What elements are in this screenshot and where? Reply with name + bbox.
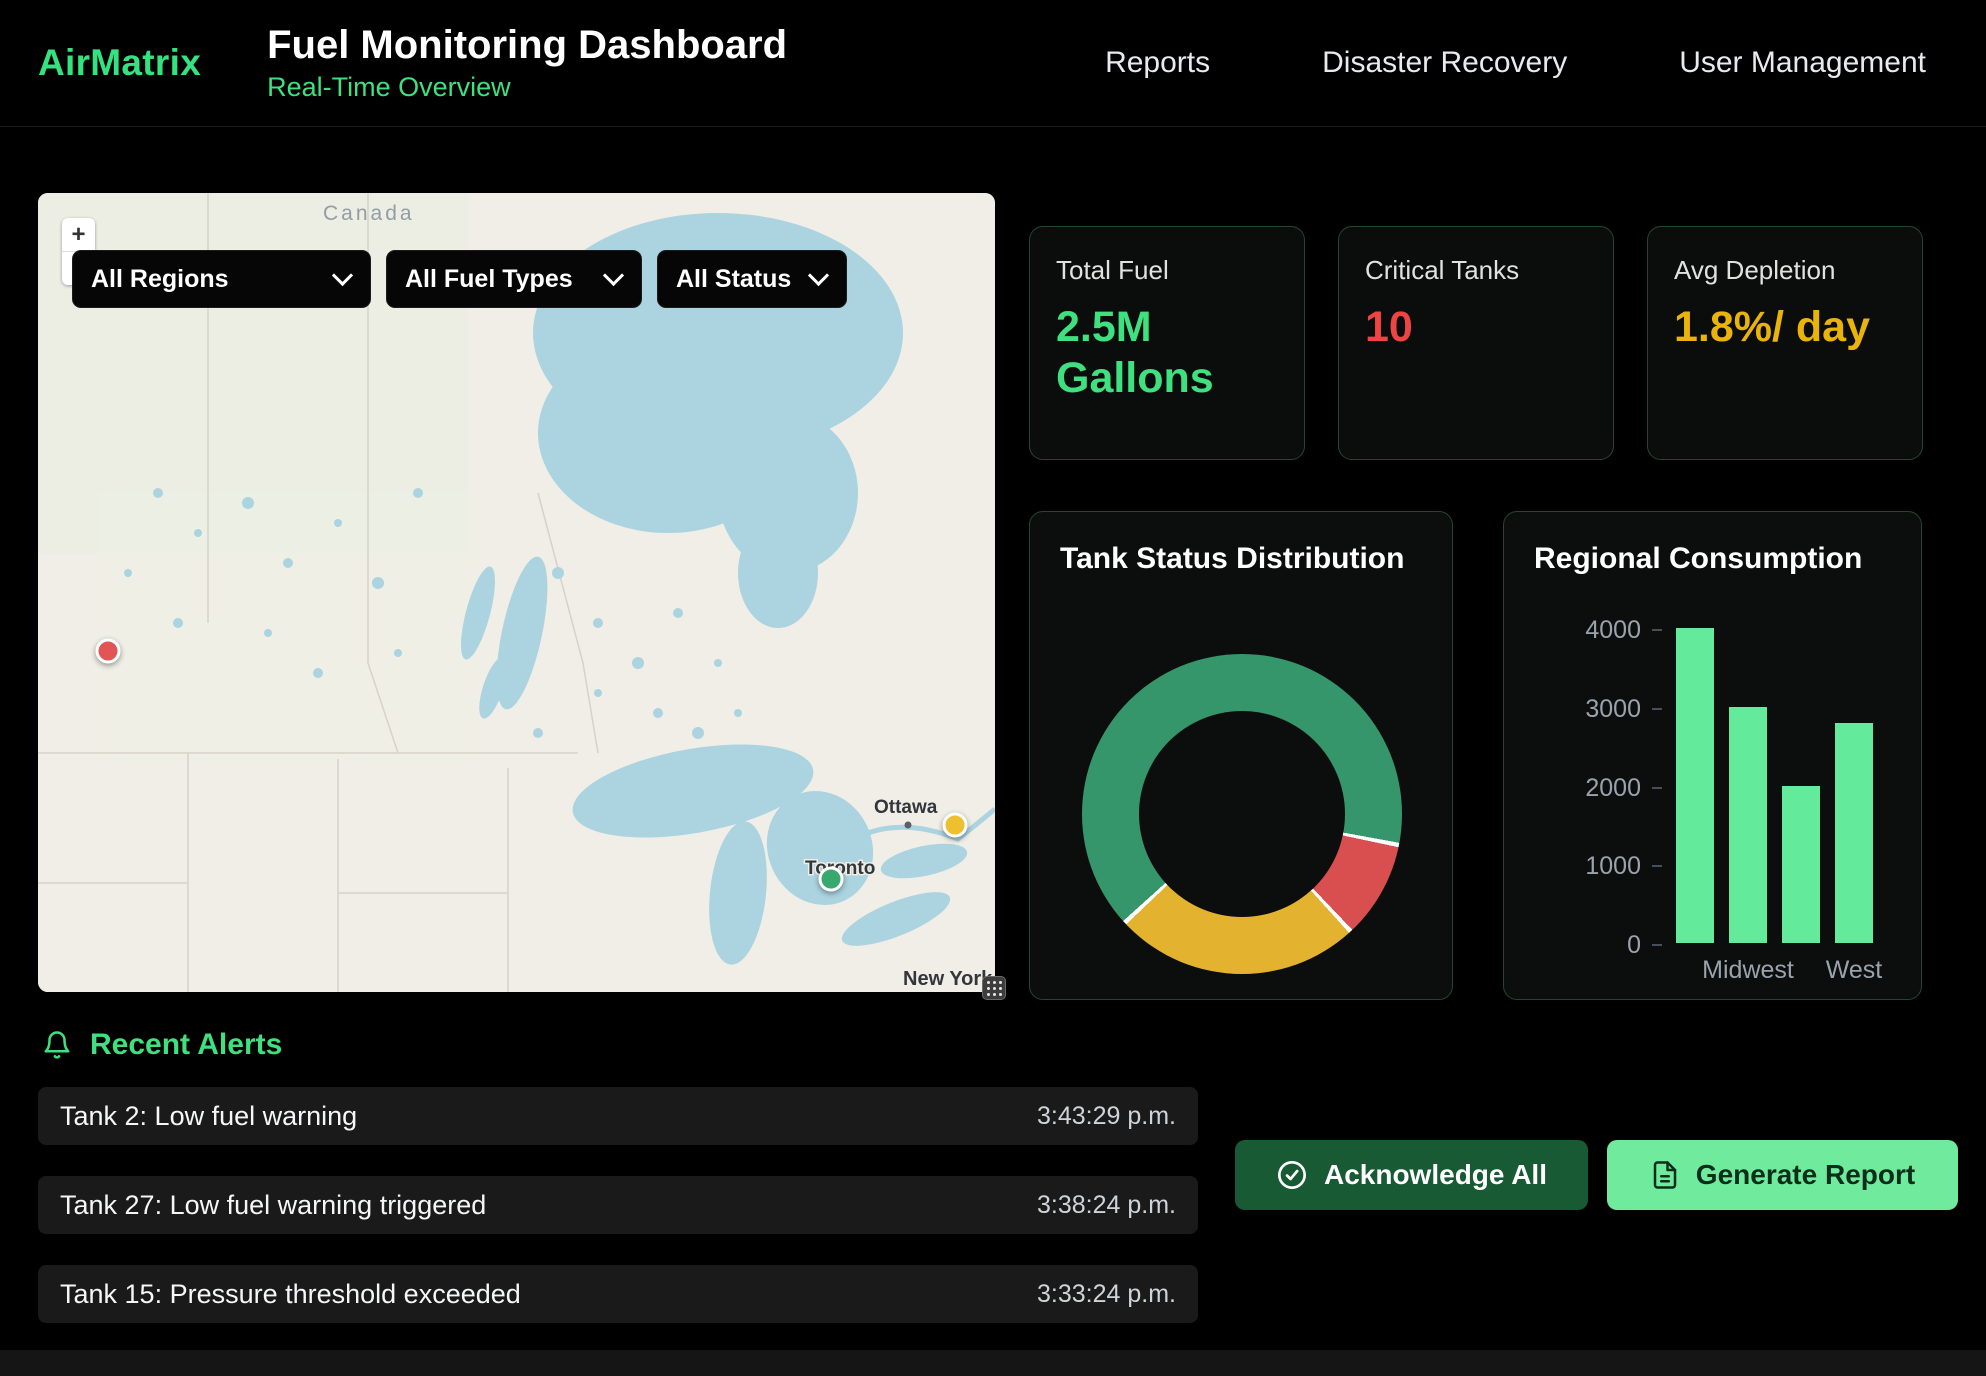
title-block: Fuel Monitoring Dashboard Real-Time Over… — [267, 23, 787, 103]
alert-time: 3:33:24 p.m. — [1037, 1280, 1176, 1309]
tank-status-card: Tank Status Distribution — [1029, 511, 1453, 1000]
bar-series — [1676, 628, 1873, 943]
y-tick-mark — [1652, 865, 1662, 867]
map-panel[interactable]: Canada Ottawa Toronto New York + All Reg… — [38, 193, 995, 992]
recent-alerts-heading: Recent Alerts — [42, 1028, 282, 1062]
tank-status-title: Tank Status Distribution — [1030, 512, 1452, 576]
alert-time: 3:38:24 p.m. — [1037, 1191, 1176, 1220]
check-circle-icon — [1276, 1159, 1308, 1191]
x-tick-label: West — [1794, 956, 1914, 985]
x-tick-label: Midwest — [1688, 956, 1808, 985]
bar-3 — [1835, 723, 1873, 944]
chevron-down-icon — [332, 264, 353, 285]
y-tick-label: 0 — [1627, 930, 1641, 960]
map-markers — [38, 193, 995, 992]
recent-alerts-title: Recent Alerts — [90, 1028, 282, 1062]
y-tick-label: 4000 — [1585, 615, 1641, 645]
brand-logo[interactable]: AirMatrix — [38, 42, 201, 84]
alert-row[interactable]: Tank 15: Pressure threshold exceeded 3:33… — [38, 1265, 1198, 1323]
header: AirMatrix Fuel Monitoring Dashboard Real… — [0, 0, 1986, 127]
bell-icon — [42, 1029, 72, 1061]
nav-item-user-management[interactable]: User Management — [1679, 46, 1926, 80]
y-tick-mark — [1652, 787, 1662, 789]
bar-1 — [1729, 707, 1767, 943]
y-tick-label: 2000 — [1585, 773, 1641, 803]
stat-card-avg-depletion: Avg Depletion 1.8%/ day — [1647, 226, 1923, 460]
fuel-type-filter[interactable]: All Fuel Types — [386, 250, 642, 308]
alert-text: Tank 2: Low fuel warning — [60, 1101, 357, 1132]
alert-row[interactable]: Tank 27: Low fuel warning triggered 3:38:… — [38, 1176, 1198, 1234]
generate-report-button[interactable]: Generate Report — [1607, 1140, 1958, 1210]
document-icon — [1650, 1160, 1680, 1190]
alert-row[interactable]: Tank 2: Low fuel warning 3:43:29 p.m. — [38, 1087, 1198, 1145]
stat-value: 2.5M Gallons — [1056, 302, 1278, 403]
footer-strip — [0, 1350, 1986, 1376]
acknowledge-all-label: Acknowledge All — [1324, 1159, 1547, 1191]
donut-hole — [1139, 711, 1345, 917]
chevron-down-icon — [603, 264, 624, 285]
page-subtitle: Real-Time Overview — [267, 72, 787, 103]
map-marker-warning[interactable] — [942, 813, 967, 838]
nav-item-disaster-recovery[interactable]: Disaster Recovery — [1322, 46, 1567, 80]
region-filter[interactable]: All Regions — [72, 250, 371, 308]
main-nav: Reports Disaster Recovery User Management — [1105, 46, 1926, 80]
stat-card-total-fuel: Total Fuel 2.5M Gallons — [1029, 226, 1305, 460]
y-tick-label: 3000 — [1585, 694, 1641, 724]
stat-label: Avg Depletion — [1674, 255, 1896, 286]
stat-value: 1.8%/ day — [1674, 302, 1896, 353]
zoom-in-button[interactable]: + — [62, 218, 95, 251]
alerts-list: Tank 2: Low fuel warning3:43:29 p.m.Tank… — [38, 1087, 1198, 1354]
regional-consumption-card: Regional Consumption 0 1000 2000 3000 4000 M… — [1503, 511, 1922, 1000]
regional-consumption-title: Regional Consumption — [1504, 512, 1921, 576]
alert-text: Tank 27: Low fuel warning triggered — [60, 1190, 486, 1221]
stat-label: Critical Tanks — [1365, 255, 1587, 286]
nav-item-reports[interactable]: Reports — [1105, 46, 1210, 80]
alert-text: Tank 15: Pressure threshold exceeded — [60, 1279, 521, 1310]
stat-label: Total Fuel — [1056, 255, 1278, 286]
stat-card-critical-tanks: Critical Tanks 10 — [1338, 226, 1614, 460]
filter-value: All Fuel Types — [405, 265, 573, 294]
resize-grip-icon[interactable] — [982, 976, 1006, 1000]
generate-report-label: Generate Report — [1696, 1159, 1915, 1191]
chevron-down-icon — [808, 264, 829, 285]
y-tick-mark — [1652, 708, 1662, 710]
y-tick-mark — [1652, 629, 1662, 631]
fuel-monitoring-dashboard: AirMatrix Fuel Monitoring Dashboard Real… — [0, 0, 1986, 1376]
tank-status-donut — [1082, 654, 1402, 974]
map-marker-critical[interactable] — [95, 638, 120, 663]
acknowledge-all-button[interactable]: Acknowledge All — [1235, 1140, 1588, 1210]
status-filter[interactable]: All Status — [657, 250, 847, 308]
y-tick-mark — [1652, 944, 1662, 946]
bar-0 — [1676, 628, 1714, 943]
page-title: Fuel Monitoring Dashboard — [267, 23, 787, 68]
filter-value: All Regions — [91, 265, 229, 294]
map-filters: All Regions All Fuel Types All Status — [72, 250, 847, 308]
map-marker-normal[interactable] — [819, 867, 844, 892]
stat-value: 10 — [1365, 302, 1587, 353]
filter-value: All Status — [676, 265, 791, 294]
y-tick-label: 1000 — [1585, 851, 1641, 881]
bar-2 — [1782, 786, 1820, 944]
alert-time: 3:43:29 p.m. — [1037, 1102, 1176, 1131]
